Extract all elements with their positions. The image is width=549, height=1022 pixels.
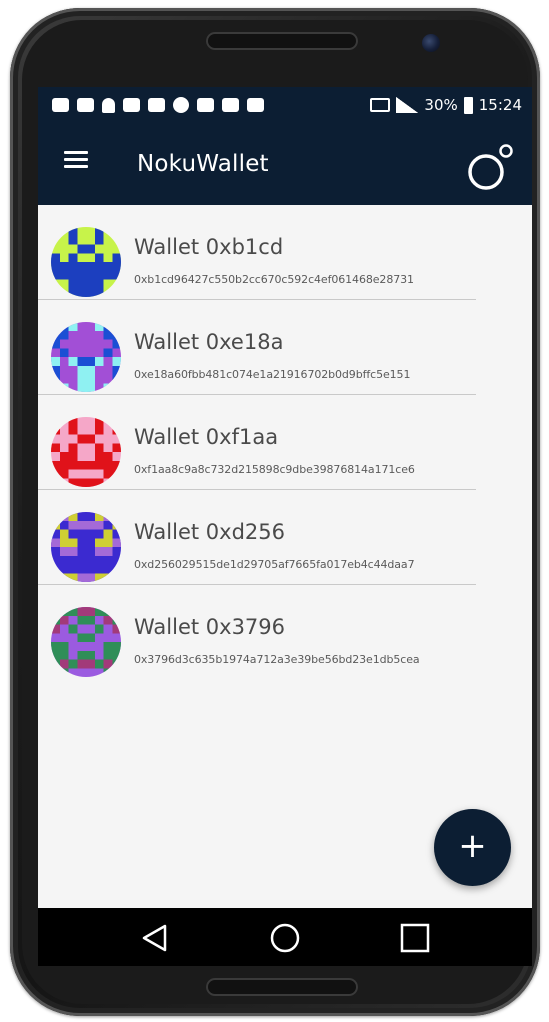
wallet-address: 0xb1cd96427c550b2cc670c592c4ef061468e287… [134,273,414,286]
message-icon [52,98,69,112]
chat-icon [77,98,94,112]
bell-icon [102,97,115,113]
notification-icons [52,97,264,113]
wallet-name: Wallet 0xd256 [134,520,285,544]
youtube-icon [247,98,264,112]
earpiece-speaker [206,32,358,50]
wallet-address: 0x3796d3c635b1974a712a3e39be56bd23e1db5c… [134,653,420,666]
front-camera [422,34,440,52]
identicon [51,607,121,677]
app-notification-icon [148,98,165,112]
status-bar: 30% 15:24 [38,87,532,125]
wallet-name: Wallet 0xb1cd [134,235,284,259]
clock: 15:24 [478,96,522,114]
add-wallet-button[interactable]: + [434,809,511,886]
wallet-item[interactable]: Wallet 0xd256 0xd256029515de1d29705af766… [38,490,532,585]
wallet-address: 0xd256029515de1d29705af7665fa017eb4c44da… [134,558,415,571]
wallet-item[interactable]: Wallet 0xe18a 0xe18a60fbb481c074e1a21916… [38,300,532,395]
wallet-address: 0xf1aa8c9a8c732d215898c9dbe39876814a171c… [134,463,415,476]
vibrate-icon [370,98,391,112]
battery-percent: 30% [424,96,458,114]
twitch-icon [197,98,214,112]
vpn-icon [173,97,189,113]
menu-icon[interactable] [64,151,88,169]
home-icon[interactable] [269,922,301,954]
noku-logo-icon [468,144,513,190]
wallet-avatar [51,607,121,677]
wallet-avatar [51,227,121,297]
app-notification-icon [123,98,140,112]
wallet-item[interactable]: Wallet 0xf1aa 0xf1aa8c9a8c732d215898c9db… [38,395,532,490]
wallet-list: Wallet 0xb1cd 0xb1cd96427c550b2cc670c592… [38,205,532,680]
wallet-name: Wallet 0xe18a [134,330,284,354]
back-icon[interactable] [139,922,171,954]
wallet-avatar [51,417,121,487]
screen: 30% 15:24 NokuWallet Wallet 0xb1cd 0xb1c… [38,87,532,966]
wallet-name: Wallet 0xf1aa [134,425,279,449]
identicon [51,417,121,487]
app-bar: NokuWallet [38,125,532,205]
navigation-bar [38,908,532,966]
wallet-avatar [51,512,121,582]
identicon [51,322,121,392]
signal-icon [396,97,419,113]
recent-apps-icon[interactable] [399,922,431,954]
wallet-avatar [51,322,121,392]
battery-icon [463,96,473,114]
wallet-name: Wallet 0x3796 [134,615,286,639]
wallet-address: 0xe18a60fbb481c074e1a21916702b0d9bffc5e1… [134,368,411,381]
system-status: 30% 15:24 [370,96,522,114]
identicon [51,512,121,582]
youtube-icon [222,98,239,112]
identicon [51,227,121,297]
wallet-item[interactable]: Wallet 0xb1cd 0xb1cd96427c550b2cc670c592… [38,205,532,300]
wallet-item[interactable]: Wallet 0x3796 0x3796d3c635b1974a712a3e39… [38,585,532,680]
bottom-speaker [206,978,358,996]
app-title: NokuWallet [137,151,269,177]
